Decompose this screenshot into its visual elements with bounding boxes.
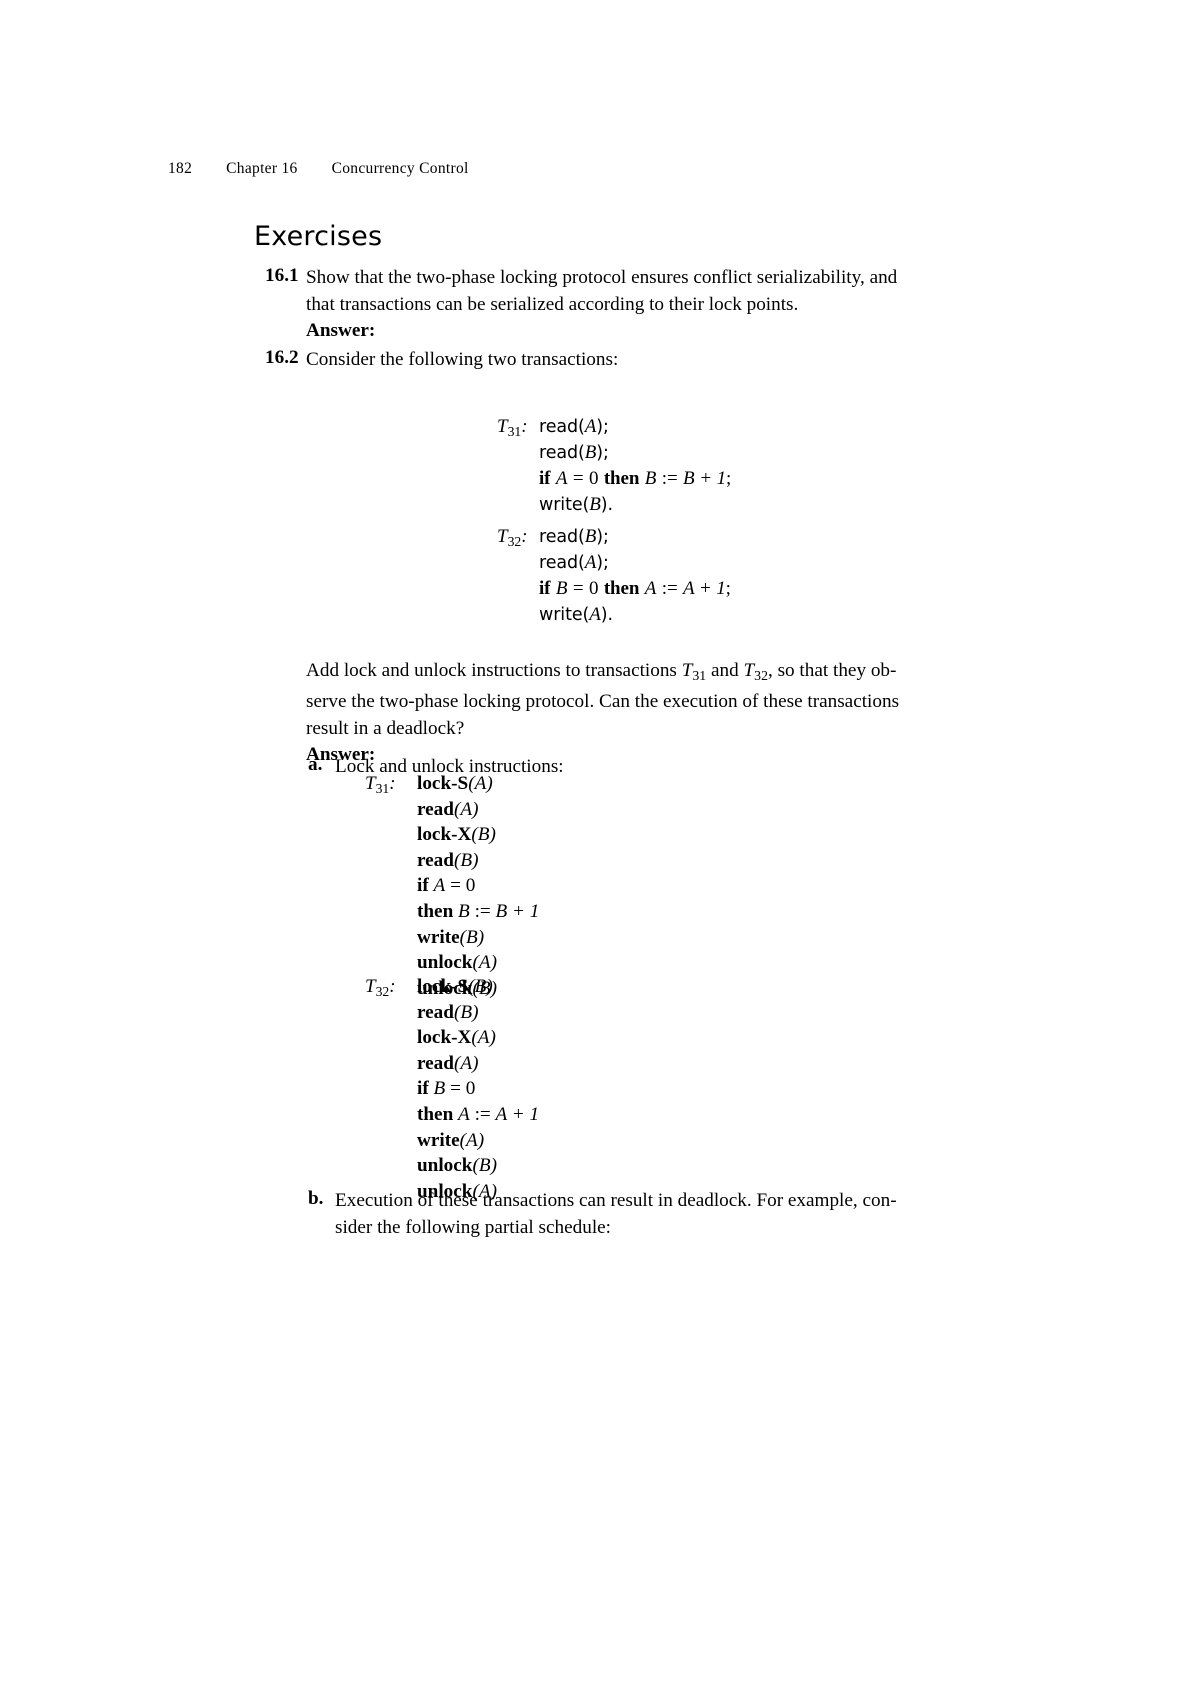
lock-row: write(B): [365, 925, 539, 951]
lock-row: unlock(A): [365, 950, 539, 976]
lock-code-line: then A := A + 1: [417, 1103, 540, 1125]
txn-code-line: read(A);: [539, 416, 609, 437]
inline-t32-reference: T32: [743, 660, 768, 683]
answer-item-b-line-1: Execution of these transactions can resu…: [335, 1190, 897, 1211]
prompt-line-1: Add lock and unlock instructions to tran…: [306, 660, 897, 683]
lock-row: read(A): [365, 1051, 539, 1077]
txn-code-line: read(B);: [539, 526, 609, 547]
exercise-number-16-1: 16.1: [265, 265, 299, 286]
lock-listing-t31: T31: lock-S(A) read(A) lock-X(B) read(B) …: [365, 771, 539, 1001]
lock-row: if A = 0: [365, 873, 539, 899]
document-page: 182 Chapter 16 Concurrency Control Exercis…: [0, 0, 1200, 1698]
exercise-text-16-1: Show that the two-phase locking protocol…: [306, 265, 930, 345]
txn-code-line: write(A).: [539, 604, 613, 625]
t32-subscript: 32: [507, 533, 522, 549]
answer-item-b-text: Execution of these transactions can resu…: [335, 1188, 930, 1241]
lock-row: read(B): [365, 848, 539, 874]
exercise-16-2-line-1: Consider the following two transactions:: [306, 349, 619, 370]
answer-item-b-marker: b.: [308, 1188, 324, 1209]
t31-subscript: 31: [507, 423, 522, 439]
lock-code-line: lock-X(B): [417, 824, 496, 846]
lock-code-line: if A = 0: [417, 875, 476, 897]
lock-row: then A := A + 1: [365, 1102, 539, 1128]
answer-label-16-1: Answer:: [306, 320, 376, 341]
transaction-display-t31: T31: read(A); read(B); if A = 0 then B :=…: [497, 414, 731, 518]
lock-code-line: then B := B + 1: [417, 900, 540, 922]
prompt-paragraph: Add lock and unlock instructions to tran…: [306, 658, 932, 769]
section-heading: Exercises: [254, 221, 383, 252]
lock-row: T31: lock-S(A): [365, 771, 539, 797]
lock-code-line: lock-S(A): [417, 773, 493, 794]
lock-listing-t32: T32: lock-S(B) read(B) lock-X(A) read(A) …: [365, 974, 539, 1204]
txn-code-line: read(B);: [539, 442, 609, 463]
lock-code-line: unlock(A): [417, 952, 497, 974]
txn-code-line: if B = 0 then A := A + 1;: [539, 578, 731, 599]
lock-code-line: read(B): [417, 1001, 479, 1023]
prompt-line-3: result in a deadlock?: [306, 717, 465, 739]
txn-code-line: write(B).: [539, 494, 613, 515]
chapter-title: Concurrency Control: [331, 160, 469, 177]
txn-row: T31: read(A);: [497, 414, 731, 440]
prompt-line-2: serve the two-phase locking protocol. Ca…: [306, 691, 900, 713]
txn-row: T32: read(B);: [497, 524, 731, 550]
lock-row: read(A): [365, 797, 539, 823]
txn-row: if B = 0 then A := A + 1;: [497, 576, 731, 602]
lock-code-line: lock-S(B): [417, 976, 493, 997]
answer-item-a-marker: a.: [308, 754, 323, 775]
inline-t31-reference: T31: [681, 660, 707, 683]
running-head: 182 Chapter 16 Concurrency Control: [168, 160, 469, 178]
exercise-16-1-line-2: that transactions can be serialized acco…: [306, 293, 799, 315]
answer-item-b-line-2: sider the following partial schedule:: [335, 1216, 612, 1238]
txn-code-line: if A = 0 then B := B + 1;: [539, 468, 732, 489]
txn-row: if A = 0 then B := B + 1;: [497, 466, 731, 492]
txn-code-line: read(A);: [539, 552, 609, 573]
lock-code-line: read(A): [417, 798, 479, 820]
lock-code-line: lock-X(A): [417, 1027, 496, 1049]
lock-code-line: write(B): [417, 926, 485, 948]
lock-row: unlock(B): [365, 1153, 539, 1179]
lock-code-line: read(A): [417, 1052, 479, 1074]
lock-row: then B := B + 1: [365, 899, 539, 925]
lock-row: lock-X(A): [365, 1025, 539, 1051]
txn-row: write(B).: [497, 492, 731, 518]
exercise-16-1-line-1: Show that the two-phase locking protocol…: [306, 267, 898, 288]
lock-row: lock-X(B): [365, 822, 539, 848]
exercise-text-16-2: Consider the following two transactions:: [306, 347, 930, 374]
page-number: 182: [168, 160, 193, 177]
lock-row: if B = 0: [365, 1076, 539, 1102]
lock-row: read(B): [365, 1000, 539, 1026]
transaction-display-t32: T32: read(B); read(A); if B = 0 then A :=…: [497, 524, 731, 628]
lock-row: write(A): [365, 1128, 539, 1154]
lock-code-line: if B = 0: [417, 1078, 476, 1100]
lock-code-line: unlock(B): [417, 1155, 497, 1177]
txn-row: read(A);: [497, 550, 731, 576]
exercise-number-16-2: 16.2: [265, 347, 299, 368]
chapter-number: Chapter 16: [226, 160, 298, 177]
lock-row: T32: lock-S(B): [365, 974, 539, 1000]
lock-code-line: write(A): [417, 1129, 485, 1151]
lock-code-line: read(B): [417, 849, 479, 871]
txn-row: read(B);: [497, 440, 731, 466]
txn-row: write(A).: [497, 602, 731, 628]
